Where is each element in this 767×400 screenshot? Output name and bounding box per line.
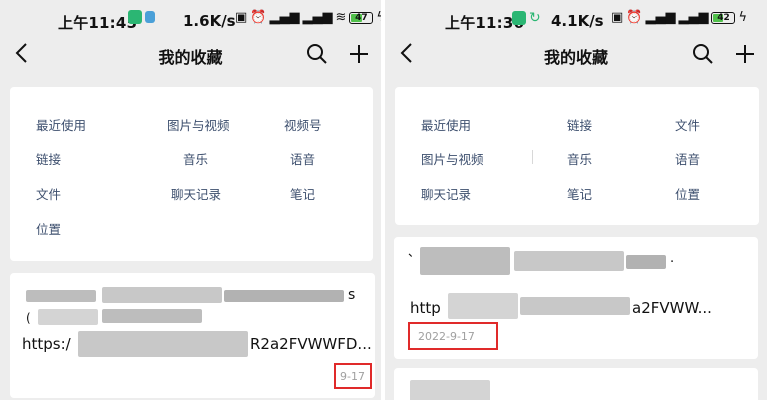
pixelated-content	[102, 287, 222, 303]
title-fragment: .	[670, 251, 675, 266]
red-highlight-box	[334, 363, 372, 389]
thumbnail-preview	[410, 380, 490, 400]
menu-item-photos-videos[interactable]: 图片与视频	[421, 149, 484, 168]
menu-item-location[interactable]: 位置	[36, 219, 61, 238]
alarm-icon: ⏰	[250, 10, 267, 25]
link-url-end: a2FVWW...	[632, 299, 712, 317]
menu-item-music[interactable]: 音乐	[567, 149, 592, 168]
nfc-icon: ▣	[235, 10, 248, 25]
pixelated-content	[514, 251, 624, 271]
pixelated-content	[420, 247, 510, 275]
network-speed: 1.6K/s	[183, 12, 236, 30]
clock: 上午11:45	[58, 14, 138, 32]
nav-bar: 我的收藏	[0, 36, 381, 72]
pixelated-content	[626, 255, 666, 269]
status-app-icons	[128, 10, 155, 24]
menu-item-recent[interactable]: 最近使用	[36, 115, 86, 134]
pixelated-content	[520, 297, 630, 315]
menu-item-links[interactable]: 链接	[567, 115, 592, 134]
menu-item-location[interactable]: 位置	[675, 184, 700, 203]
red-highlight-box	[408, 322, 498, 350]
link-url-start: https:/	[22, 335, 71, 353]
menu-item-photos-videos[interactable]: 图片与视频	[167, 115, 230, 134]
menu-item-recent[interactable]: 最近使用	[421, 115, 471, 134]
search-icon[interactable]	[305, 42, 329, 66]
right-screen: 上午11:36 ↻ 4.1K/s ▣ ⏰ ▂▄▆ ▂▄▆ 42 ϟ 我的收藏 最…	[385, 0, 767, 400]
pixelated-content	[448, 293, 518, 319]
title-fragment: s	[348, 287, 356, 303]
sync-icon: ↻	[529, 10, 541, 26]
nfc-icon: ▣	[611, 10, 624, 25]
add-icon[interactable]	[347, 42, 371, 66]
nav-bar: 我的收藏	[385, 36, 767, 72]
menu-item-channels[interactable]: 视频号	[284, 115, 322, 134]
separator	[532, 150, 533, 164]
add-icon[interactable]	[733, 42, 757, 66]
menu-item-links[interactable]: 链接	[36, 149, 61, 168]
menu-item-notes[interactable]: 笔记	[290, 184, 315, 203]
category-menu: 最近使用 图片与视频 视频号 链接 音乐 语音 文件 聊天记录 笔记 位置	[10, 87, 373, 261]
pixelated-content	[38, 309, 98, 325]
pixelated-content	[102, 309, 202, 323]
favorite-item-card[interactable]: 、 . http a2FVWW... 2022-9-17	[394, 237, 758, 359]
menu-item-files[interactable]: 文件	[36, 184, 61, 203]
charging-icon: ϟ	[738, 10, 748, 25]
app-notification-icon	[512, 11, 526, 25]
menu-item-voice[interactable]: 语音	[290, 149, 315, 168]
pixelated-content	[78, 331, 248, 357]
menu-item-files[interactable]: 文件	[675, 115, 700, 134]
signal-icon: ▂▄▆	[302, 10, 333, 25]
app-notification-icon	[128, 10, 142, 24]
link-url-start: http	[410, 299, 441, 317]
title-fragment: (	[26, 311, 31, 325]
wifi-icon: ≋	[335, 10, 347, 25]
status-app-icons: ↻	[512, 10, 541, 26]
link-url-end: R2a2FVWWFD...	[250, 335, 372, 353]
favorite-item-card[interactable]	[394, 368, 758, 400]
search-icon[interactable]	[691, 42, 715, 66]
menu-item-chat-history[interactable]: 聊天记录	[171, 184, 221, 203]
menu-item-chat-history[interactable]: 聊天记录	[421, 184, 471, 203]
app-notification-icon	[145, 11, 155, 23]
signal-icon: ▂▄▆	[678, 10, 709, 25]
signal-icon: ▂▄▆	[645, 10, 676, 25]
title-fragment: 、	[408, 245, 421, 259]
alarm-icon: ⏰	[626, 10, 643, 25]
favorite-item-card[interactable]: s ( https:/ R2a2FVWWFD... 9-17	[10, 273, 375, 398]
signal-icon: ▂▄▆	[269, 10, 300, 25]
network-speed: 4.1K/s	[551, 12, 604, 30]
pixelated-content	[26, 290, 96, 302]
battery-icon: 42	[711, 11, 736, 24]
status-system-icons: ▣ ⏰ ▂▄▆ ▂▄▆ ≋ 47 ϟ	[235, 10, 381, 25]
menu-item-notes[interactable]: 笔记	[567, 184, 592, 203]
status-system-icons: ▣ ⏰ ▂▄▆ ▂▄▆ 42 ϟ	[611, 10, 747, 25]
menu-item-music[interactable]: 音乐	[183, 149, 208, 168]
menu-item-voice[interactable]: 语音	[675, 149, 700, 168]
category-menu: 最近使用 链接 文件 图片与视频 音乐 语音 聊天记录 笔记 位置	[395, 87, 759, 225]
pixelated-content	[224, 290, 344, 302]
left-screen: 上午11:45 1.6K/s ▣ ⏰ ▂▄▆ ▂▄▆ ≋ 47 ϟ 我的收藏 最…	[0, 0, 381, 400]
battery-icon: 47	[349, 11, 374, 24]
